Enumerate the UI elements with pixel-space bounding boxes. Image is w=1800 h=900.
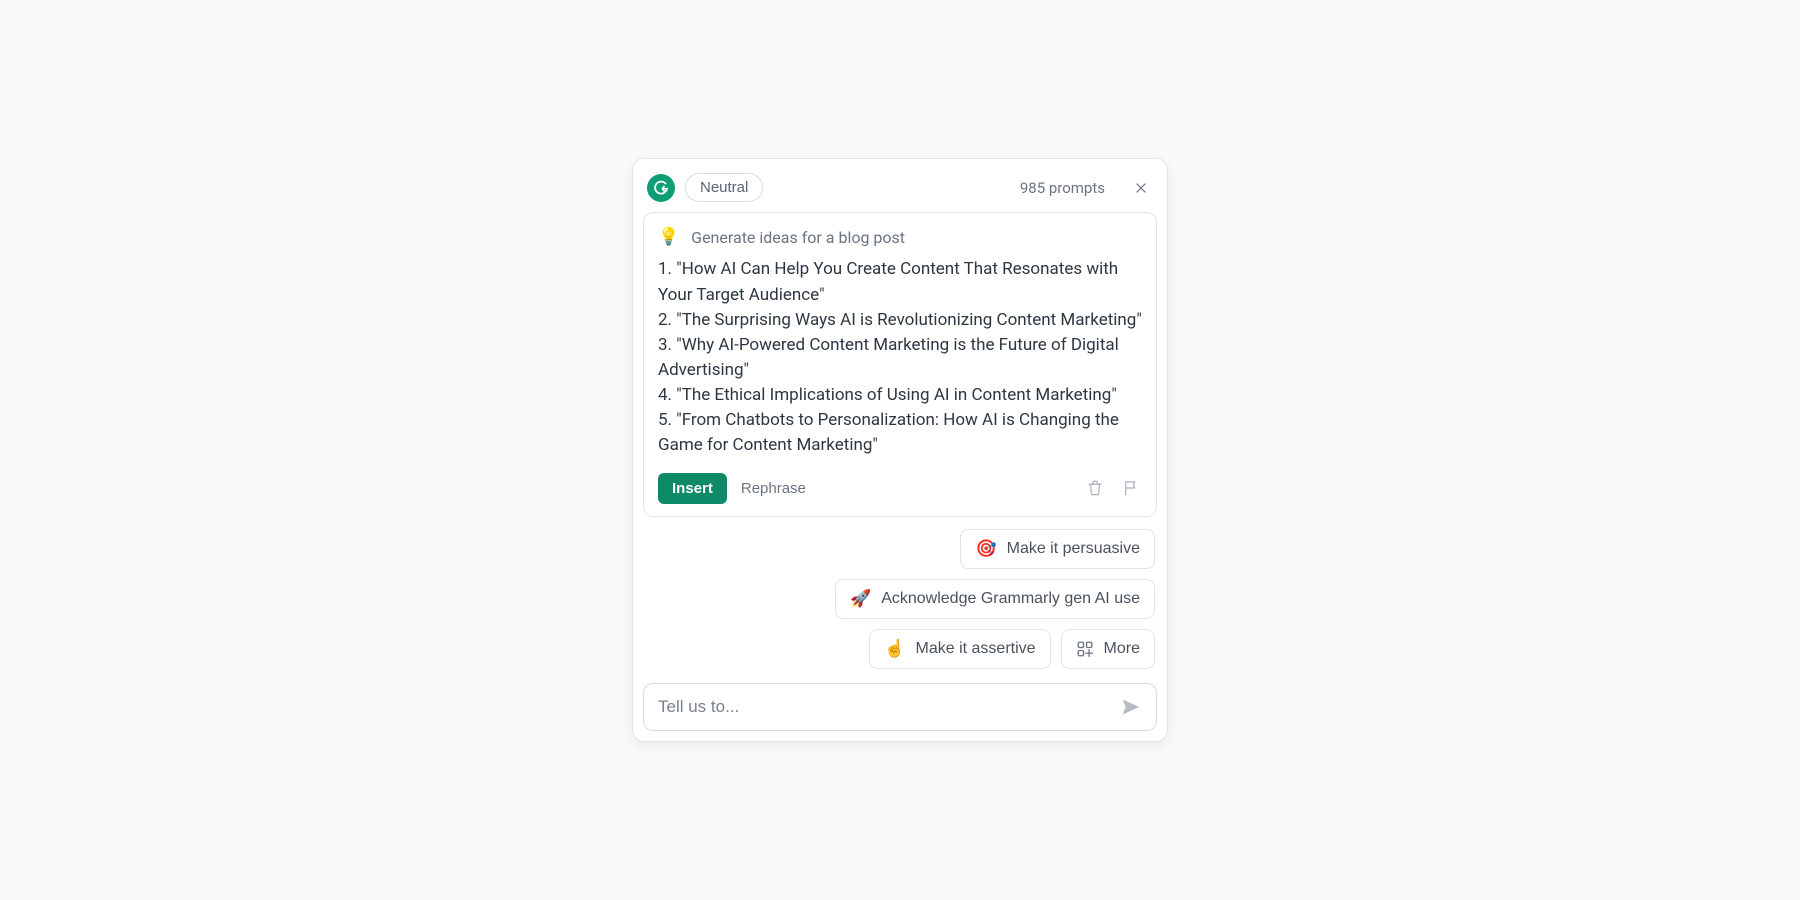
suggestion-chips: 🎯 Make it persuasive 🚀 Acknowledge Gramm… [643, 529, 1157, 669]
lightbulb-icon: 💡 [658, 227, 679, 247]
target-icon: 🎯 [975, 539, 996, 559]
grammarly-logo-icon [647, 174, 675, 202]
chip-label: More [1104, 640, 1140, 658]
prompt-row: 💡 Generate ideas for a blog post [658, 227, 1142, 247]
list-item: 4. "The Ethical Implications of Using AI… [658, 383, 1142, 408]
rocket-icon: 🚀 [850, 589, 871, 609]
tone-selector[interactable]: Neutral [685, 173, 763, 202]
close-icon[interactable] [1131, 178, 1151, 198]
chip-label: Make it assertive [916, 640, 1036, 658]
send-icon[interactable] [1120, 696, 1142, 718]
chip-label: Make it persuasive [1007, 540, 1140, 558]
input-bar [643, 683, 1157, 731]
rephrase-button[interactable]: Rephrase [741, 480, 806, 497]
list-item: 3. "Why AI-Powered Content Marketing is … [658, 333, 1142, 383]
prompt-label: Generate ideas for a blog post [691, 228, 905, 247]
chip-make-assertive[interactable]: ☝️ Make it assertive [869, 629, 1050, 669]
ideas-list: 1. "How AI Can Help You Create Content T… [658, 257, 1142, 458]
flag-icon[interactable] [1120, 477, 1142, 499]
list-item: 5. "From Chatbots to Personalization: Ho… [658, 408, 1142, 458]
chip-more[interactable]: More [1061, 629, 1155, 669]
panel-header: Neutral 985 prompts [643, 169, 1157, 210]
chip-make-persuasive[interactable]: 🎯 Make it persuasive [960, 529, 1155, 569]
prompt-input[interactable] [658, 697, 1120, 717]
list-item: 1. "How AI Can Help You Create Content T… [658, 257, 1142, 307]
trash-icon[interactable] [1084, 477, 1106, 499]
point-up-icon: ☝️ [884, 639, 905, 659]
action-row: Insert Rephrase [658, 473, 1142, 504]
chip-acknowledge-ai[interactable]: 🚀 Acknowledge Grammarly gen AI use [835, 579, 1155, 619]
prompts-count: 985 prompts [1020, 179, 1105, 197]
list-item: 2. "The Surprising Ways AI is Revolution… [658, 308, 1142, 333]
insert-button[interactable]: Insert [658, 473, 727, 504]
content-card: 💡 Generate ideas for a blog post 1. "How… [643, 212, 1157, 516]
grid-plus-icon [1076, 640, 1094, 658]
chip-label: Acknowledge Grammarly gen AI use [881, 590, 1140, 608]
grammarly-panel: Neutral 985 prompts 💡 Generate ideas for… [632, 158, 1168, 741]
